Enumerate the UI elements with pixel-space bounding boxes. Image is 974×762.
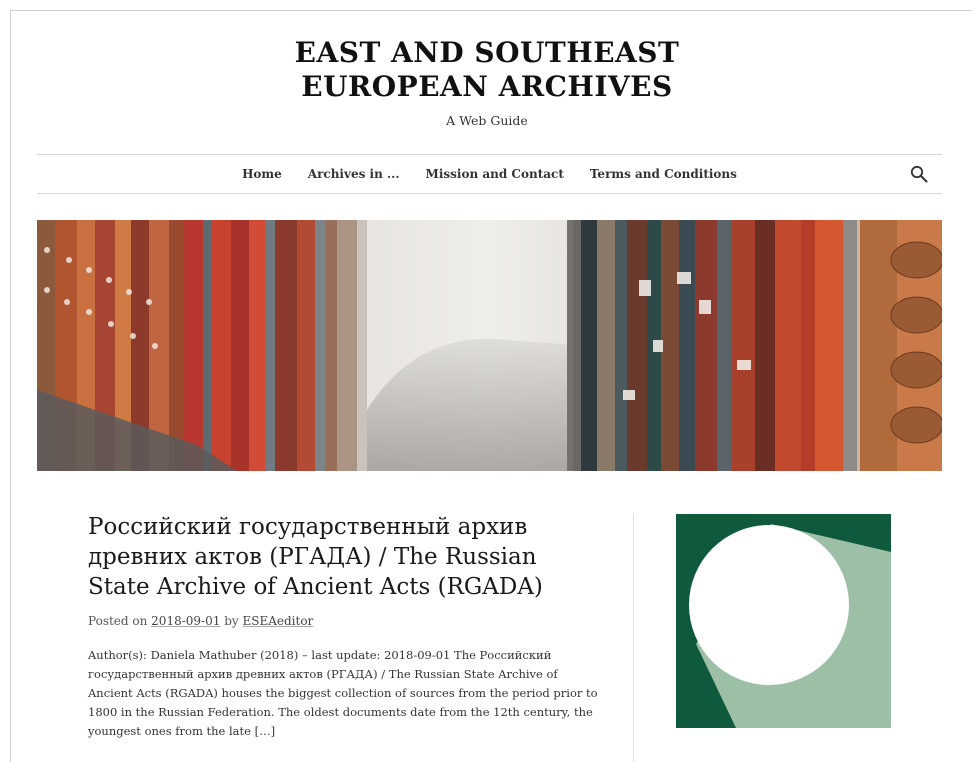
post-excerpt: Author(s): Daniela Mathuber (2018) – las… xyxy=(88,648,598,738)
nav-item-archives[interactable]: Archives in ... xyxy=(308,167,400,181)
site-title[interactable]: EAST AND SOUTHEAST EUROPEAN ARCHIVES xyxy=(0,36,974,104)
post-article: Российский государственный архив древних… xyxy=(88,512,598,741)
post-meta-by: by xyxy=(224,614,239,628)
nav-item-home[interactable]: Home xyxy=(242,167,282,181)
nav-menu: Home Archives in ... Mission and Contact… xyxy=(37,155,942,193)
site-tagline: A Web Guide xyxy=(446,113,528,128)
site-title-line-1[interactable]: EAST AND SOUTHEAST xyxy=(0,36,974,70)
post-meta: Posted on 2018-09-01 by ESEAeditor xyxy=(88,614,598,628)
nav-item-terms[interactable]: Terms and Conditions xyxy=(590,167,737,181)
post-title[interactable]: Российский государственный архив древних… xyxy=(88,512,598,602)
header-banner-image xyxy=(37,220,942,471)
search-icon[interactable] xyxy=(910,165,928,183)
sidebar-logo-image xyxy=(676,514,891,728)
post-meta-prefix: Posted on xyxy=(88,614,148,628)
content-sidebar-divider xyxy=(633,513,634,762)
post-date-link[interactable]: 2018-09-01 xyxy=(151,614,220,628)
post-author-link[interactable]: ESEAeditor xyxy=(242,614,313,628)
logo-circle xyxy=(689,525,849,685)
nav-item-mission-contact[interactable]: Mission and Contact xyxy=(426,167,564,181)
site-title-line-2[interactable]: EUROPEAN ARCHIVES xyxy=(0,70,974,104)
main-navigation: Home Archives in ... Mission and Contact… xyxy=(37,154,942,194)
